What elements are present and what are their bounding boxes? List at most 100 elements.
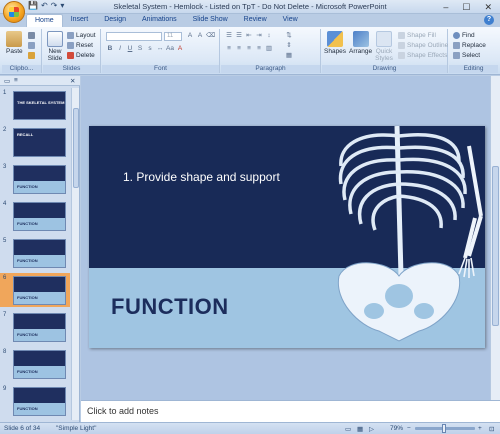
tab-design[interactable]: Design bbox=[96, 14, 134, 27]
reset-button[interactable]: Reset bbox=[67, 42, 93, 49]
shape-effects-button[interactable]: Shape Effects bbox=[398, 52, 447, 59]
slide-thumbnail[interactable]: 5 FUNCTION bbox=[0, 236, 70, 270]
slides-group: New Slide Layout Reset Delete Slides bbox=[43, 29, 101, 73]
layout-button[interactable]: Layout bbox=[67, 32, 96, 39]
replace-icon bbox=[453, 42, 460, 49]
skeleton-image[interactable] bbox=[319, 126, 485, 348]
slide-heading[interactable]: FUNCTION bbox=[111, 294, 229, 320]
new-slide-button[interactable]: New Slide bbox=[45, 31, 65, 62]
shadow-icon[interactable]: s bbox=[146, 45, 154, 53]
zoom-out-icon[interactable]: − bbox=[407, 425, 411, 432]
text-direction-icon[interactable]: ⇅ bbox=[285, 32, 293, 40]
slide-thumbnail[interactable]: 7 FUNCTION bbox=[0, 310, 70, 344]
window-title: Skeletal System - Hemlock - Listed on Tp… bbox=[113, 2, 387, 11]
effects-icon bbox=[398, 52, 405, 59]
font-color-icon[interactable]: A bbox=[176, 45, 184, 53]
select-icon bbox=[453, 52, 460, 59]
tab-slide-show[interactable]: Slide Show bbox=[185, 14, 236, 27]
shape-outline-button[interactable]: Shape Outline bbox=[398, 42, 448, 49]
slide-thumbnail[interactable]: 8 FUNCTION bbox=[0, 347, 70, 381]
change-case-icon[interactable]: Aa bbox=[166, 45, 174, 53]
increase-indent-icon[interactable]: ⇥ bbox=[255, 32, 263, 40]
align-buttons: ≡ ≡ ≡ ≡ ▥ bbox=[225, 45, 273, 53]
zoom-in-icon[interactable]: + bbox=[478, 425, 482, 432]
bullets-icon[interactable]: ☰ bbox=[225, 32, 233, 40]
align-center-icon[interactable]: ≡ bbox=[235, 45, 243, 53]
shapes-button[interactable]: Shapes bbox=[324, 31, 346, 55]
slide-thumbnail[interactable]: 2 RECALL bbox=[0, 125, 70, 159]
align-left-icon[interactable]: ≡ bbox=[225, 45, 233, 53]
shape-fill-button[interactable]: Shape Fill bbox=[398, 32, 436, 39]
font-size-buttons: A A ⌫ bbox=[186, 32, 215, 40]
tab-review[interactable]: Review bbox=[236, 14, 275, 27]
group-label: Slides bbox=[43, 65, 100, 73]
slide-thumbnail[interactable]: 9 FUNCTION bbox=[0, 384, 70, 418]
grow-font-icon[interactable]: A bbox=[186, 32, 194, 40]
spacing-icon[interactable]: ↔ bbox=[156, 45, 164, 53]
smartart-icon[interactable]: ▦ bbox=[285, 52, 293, 60]
shrink-font-icon[interactable]: A bbox=[196, 32, 204, 40]
find-button[interactable]: Find bbox=[453, 32, 475, 39]
font-group: 11 A A ⌫ B I U S s ↔ Aa A Font bbox=[102, 29, 220, 73]
arrange-button[interactable]: Arrange bbox=[349, 31, 372, 55]
slide-thumbnail[interactable]: 4 FUNCTION bbox=[0, 199, 70, 233]
slide-thumbnail[interactable]: 1 THE SKELETAL SYSTEM bbox=[0, 88, 70, 122]
minimize-button[interactable]: – bbox=[443, 2, 448, 12]
tab-insert[interactable]: Insert bbox=[63, 14, 97, 27]
office-button[interactable] bbox=[3, 1, 25, 23]
select-button[interactable]: Select bbox=[453, 52, 480, 59]
help-icon[interactable]: ? bbox=[484, 15, 494, 25]
tab-animations[interactable]: Animations bbox=[134, 14, 185, 27]
line-spacing-icon[interactable]: ↕ bbox=[265, 32, 273, 40]
pane-tabs: ▭ ≡ ✕ bbox=[0, 76, 80, 86]
close-button[interactable]: ✕ bbox=[484, 2, 492, 13]
bold-icon[interactable]: B bbox=[106, 45, 114, 53]
clear-format-icon[interactable]: ⌫ bbox=[206, 32, 215, 40]
paste-button[interactable]: Paste bbox=[6, 31, 23, 55]
slideshow-view-icon[interactable]: ▷ bbox=[369, 425, 374, 433]
quick-styles-icon bbox=[376, 31, 392, 47]
maximize-button[interactable]: ☐ bbox=[462, 2, 470, 13]
decrease-indent-icon[interactable]: ⇤ bbox=[245, 32, 253, 40]
current-slide[interactable]: 1. Provide shape and support FUNCTION bbox=[89, 126, 485, 348]
group-label: Clipbo... bbox=[2, 65, 41, 73]
tab-view[interactable]: View bbox=[275, 14, 306, 27]
numbering-icon[interactable]: ☰ bbox=[235, 32, 243, 40]
replace-button[interactable]: Replace bbox=[453, 42, 486, 49]
text-direction-buttons: ⇅ ⇕ ▦ bbox=[285, 32, 293, 60]
cut-button[interactable] bbox=[28, 32, 35, 39]
delete-button[interactable]: Delete bbox=[67, 52, 95, 59]
slide-scrollbar[interactable] bbox=[490, 76, 500, 400]
format-painter-button[interactable] bbox=[28, 52, 35, 59]
tab-home[interactable]: Home bbox=[26, 14, 63, 27]
scrollbar-thumb[interactable] bbox=[73, 108, 79, 188]
slide-thumbnail-selected[interactable]: 6 FUNCTION bbox=[0, 273, 70, 307]
font-name-combo[interactable] bbox=[106, 32, 162, 41]
slide-bullet-text[interactable]: 1. Provide shape and support bbox=[123, 170, 280, 184]
fit-window-icon[interactable]: ⊡ bbox=[489, 425, 494, 433]
slide-thumbnail[interactable]: 3 FUNCTION bbox=[0, 162, 70, 196]
close-pane-icon[interactable]: ✕ bbox=[70, 77, 75, 85]
scrollbar-thumb[interactable] bbox=[492, 166, 499, 326]
align-text-icon[interactable]: ⇕ bbox=[285, 42, 293, 50]
strikethrough-icon[interactable]: S bbox=[136, 45, 144, 53]
drawing-group: Shapes Arrange Quick Styles Shape Fill S… bbox=[322, 29, 448, 73]
thumbnails-scrollbar[interactable] bbox=[71, 88, 79, 420]
outline-tab-icon[interactable]: ≡ bbox=[14, 77, 18, 84]
quick-styles-button[interactable]: Quick Styles bbox=[374, 31, 394, 62]
notes-placeholder[interactable]: Click to add notes bbox=[87, 406, 159, 416]
italic-icon[interactable]: I bbox=[116, 45, 124, 53]
justify-icon[interactable]: ≡ bbox=[255, 45, 263, 53]
underline-icon[interactable]: U bbox=[126, 45, 134, 53]
slides-tab-icon[interactable]: ▭ bbox=[4, 77, 10, 85]
copy-button[interactable] bbox=[28, 42, 35, 49]
sorter-view-icon[interactable]: ▦ bbox=[357, 425, 363, 433]
notes-pane[interactable]: Click to add notes bbox=[81, 400, 500, 422]
outline-icon bbox=[398, 42, 405, 49]
normal-view-icon[interactable]: ▭ bbox=[345, 425, 351, 433]
align-right-icon[interactable]: ≡ bbox=[245, 45, 253, 53]
zoom-slider-knob[interactable] bbox=[442, 424, 446, 433]
font-size-combo[interactable]: 11 bbox=[164, 32, 182, 41]
columns-icon[interactable]: ▥ bbox=[265, 45, 273, 53]
zoom-level[interactable]: 79% bbox=[390, 425, 403, 432]
